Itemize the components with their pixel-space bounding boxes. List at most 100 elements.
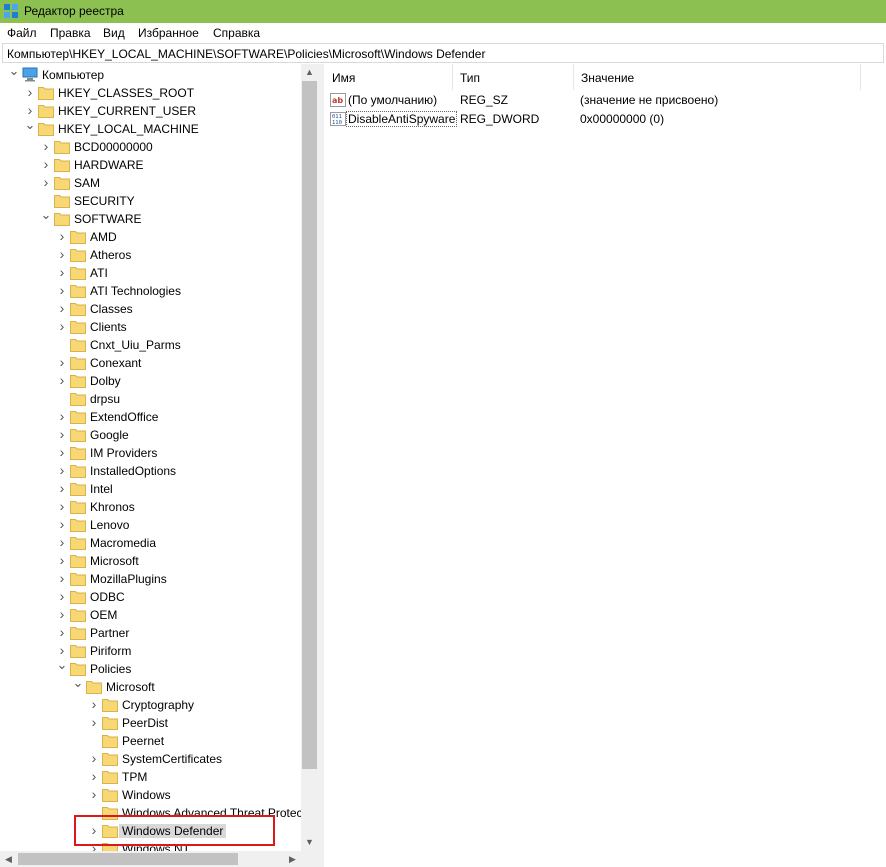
chevron-right-icon[interactable]: › (56, 265, 68, 279)
chevron-right-icon[interactable]: › (88, 751, 100, 765)
hscroll-thumb[interactable] (18, 853, 238, 865)
tree-node-label: Partner (90, 626, 130, 640)
tree-node-label: Cnxt_Uiu_Parms (90, 338, 181, 352)
tree-node-label: Conexant (90, 356, 142, 370)
tree-node-label: HARDWARE (74, 158, 144, 172)
chevron-right-icon[interactable]: › (24, 103, 36, 117)
chevron-right-icon[interactable]: › (56, 319, 68, 333)
window-title: Редактор реестра (24, 4, 124, 18)
folder-icon (70, 427, 86, 442)
chevron-right-icon[interactable]: › (56, 373, 68, 387)
chevron-right-icon[interactable]: › (56, 409, 68, 423)
column-header-type[interactable]: Тип (453, 64, 573, 90)
tree-node-label: Atheros (90, 248, 132, 262)
chevron-right-icon[interactable]: › (88, 787, 100, 801)
column-header-value[interactable]: Значение (574, 64, 859, 90)
chevron-right-icon[interactable]: › (56, 283, 68, 297)
chevron-right-icon[interactable]: › (56, 355, 68, 369)
tree-node-label: Intel (90, 482, 113, 496)
title-bar[interactable]: Редактор реестра (0, 0, 886, 23)
tree-node-label: HKEY_CLASSES_ROOT (58, 86, 195, 100)
value-data: 0x00000000 (0) (580, 112, 665, 126)
folder-icon (70, 535, 86, 550)
menu-edit[interactable]: Правка (49, 26, 92, 40)
tree-horizontal-scrollbar[interactable]: ◀ ▶ (0, 851, 318, 867)
chevron-right-icon[interactable]: › (56, 229, 68, 243)
tree-node-label: Dolby (90, 374, 121, 388)
key-tree[interactable]: ⌄ Компьютер › HKEY_CLASSES_ROOT › HKEY_CURREN… (0, 64, 318, 867)
chevron-down-icon[interactable]: ⌄ (72, 676, 84, 689)
tree-node-label: TPM (122, 770, 148, 784)
folder-icon (70, 391, 86, 406)
address-bar[interactable]: Компьютер\HKEY_LOCAL_MACHINE\SOFTWARE\Po… (2, 43, 884, 63)
chevron-right-icon[interactable]: › (56, 571, 68, 585)
chevron-right-icon[interactable]: › (56, 643, 68, 657)
tree-node-label: HKEY_CURRENT_USER (58, 104, 197, 118)
tree-node-label: OEM (90, 608, 118, 622)
chevron-down-icon[interactable]: ⌄ (24, 118, 36, 131)
chevron-right-icon[interactable]: › (56, 481, 68, 495)
value-row[interactable]: ab (По умолчанию) REG_SZ (значение не пр… (330, 91, 886, 109)
chevron-right-icon[interactable]: › (88, 697, 100, 711)
chevron-right-icon[interactable]: › (56, 625, 68, 639)
column-divider[interactable] (860, 64, 861, 90)
chevron-right-icon[interactable]: › (56, 463, 68, 477)
scroll-down-icon[interactable]: ▼ (301, 834, 318, 851)
chevron-right-icon[interactable]: › (56, 445, 68, 459)
tree-node-label: Macromedia (90, 536, 157, 550)
menu-help[interactable]: Справка (212, 26, 261, 40)
folder-icon (70, 661, 86, 676)
chevron-right-icon[interactable]: › (56, 589, 68, 603)
menu-view[interactable]: Вид (102, 26, 126, 40)
folder-icon (70, 481, 86, 496)
chevron-right-icon[interactable]: › (24, 85, 36, 99)
values-list[interactable] (324, 64, 886, 867)
scroll-left-icon[interactable]: ◀ (0, 851, 17, 867)
tree-node-label: Lenovo (90, 518, 130, 532)
chevron-right-icon[interactable]: › (40, 175, 52, 189)
menu-favorites[interactable]: Избранное (137, 26, 200, 40)
tree-node-label: SAM (74, 176, 101, 190)
tree-node-label: Microsoft (90, 554, 139, 568)
value-name: (По умолчанию) (348, 93, 438, 107)
chevron-right-icon[interactable]: › (40, 139, 52, 153)
computer-icon (22, 67, 38, 82)
folder-icon (102, 697, 118, 712)
menu-file[interactable]: Файл (6, 26, 38, 40)
chevron-right-icon[interactable]: › (56, 535, 68, 549)
address-path: Компьютер\HKEY_LOCAL_MACHINE\SOFTWARE\Po… (7, 47, 486, 61)
value-row[interactable]: 011 110 DisableAntiSpyware REG_DWORD 0x0… (330, 110, 886, 128)
chevron-right-icon[interactable]: › (56, 553, 68, 567)
tree-node-label: Компьютер (42, 68, 105, 82)
tree-node-label: Windows (122, 788, 171, 802)
chevron-down-icon[interactable]: ⌄ (40, 208, 52, 221)
chevron-right-icon[interactable]: › (56, 607, 68, 621)
tree-node-label: SystemCertificates (122, 752, 223, 766)
scroll-right-icon[interactable]: ▶ (284, 851, 301, 867)
tree-node-label: drpsu (90, 392, 121, 406)
chevron-right-icon[interactable]: › (56, 247, 68, 261)
tree-node-label: SECURITY (74, 194, 135, 208)
chevron-right-icon[interactable]: › (40, 157, 52, 171)
chevron-right-icon[interactable]: › (88, 715, 100, 729)
folder-icon (102, 787, 118, 802)
regedit-icon (4, 4, 18, 18)
chevron-down-icon[interactable]: ⌄ (56, 658, 68, 671)
scroll-thumb[interactable] (302, 81, 317, 769)
chevron-right-icon[interactable]: › (88, 769, 100, 783)
scroll-up-icon[interactable]: ▲ (301, 64, 318, 81)
chevron-right-icon[interactable]: › (56, 301, 68, 315)
string-value-icon: ab (330, 93, 346, 107)
column-header-name[interactable]: Имя (325, 64, 450, 90)
chevron-down-icon[interactable]: ⌄ (8, 64, 20, 77)
folder-icon (54, 211, 70, 226)
chevron-right-icon[interactable]: › (56, 499, 68, 513)
tree-node-label: SOFTWARE (74, 212, 142, 226)
binary-value-icon: 011 110 (330, 112, 346, 126)
tree-vertical-scrollbar[interactable]: ▲ ▼ (301, 64, 318, 851)
chevron-right-icon[interactable]: › (56, 517, 68, 531)
chevron-right-icon[interactable]: › (56, 427, 68, 441)
folder-icon (38, 103, 54, 118)
menu-bar: Файл Правка Вид Избранное Справка (0, 23, 886, 43)
